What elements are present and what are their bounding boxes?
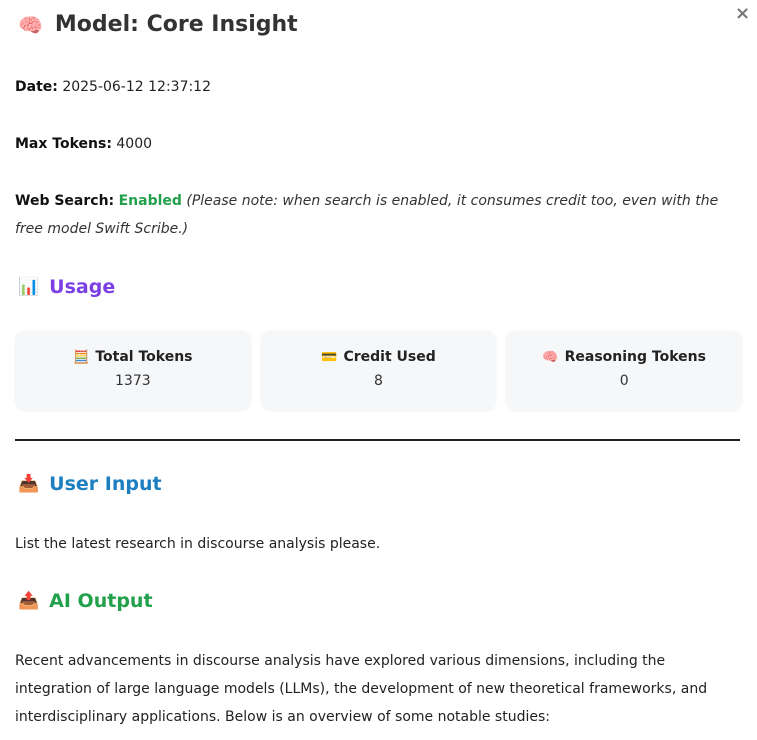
close-button[interactable]: × bbox=[735, 4, 750, 24]
web-search-row: Web Search: Enabled (Please note: when s… bbox=[15, 187, 735, 243]
usage-card-label: 🧮 Total Tokens bbox=[15, 349, 251, 365]
user-input-text: List the latest research in discourse an… bbox=[15, 536, 381, 552]
usage-heading-text: Usage bbox=[49, 276, 116, 298]
user-input-heading: 📥 User Input bbox=[18, 473, 162, 495]
web-search-label: Web Search: bbox=[15, 193, 115, 209]
user-input-heading-text: User Input bbox=[49, 473, 162, 495]
brain-icon: 🧠 bbox=[18, 12, 43, 37]
inbox-tray-icon: 📥 bbox=[18, 474, 40, 494]
usage-cards: 🧮 Total Tokens 1373 💳 Credit Used 8 🧠 Reaso… bbox=[15, 331, 743, 411]
credit-used-label: Credit Used bbox=[343, 349, 436, 365]
ai-output-heading-text: AI Output bbox=[49, 590, 153, 612]
ai-output-text: Recent advancements in discourse analysi… bbox=[15, 653, 708, 725]
credit-used-value: 8 bbox=[374, 373, 383, 389]
max-tokens-label: Max Tokens: bbox=[15, 136, 112, 152]
usage-card-label: 💳 Credit Used bbox=[261, 349, 497, 365]
ai-output-heading: 📤 AI Output bbox=[18, 590, 153, 612]
reasoning-tokens-label: Reasoning Tokens bbox=[564, 349, 706, 365]
bar-chart-icon: 📊 bbox=[18, 277, 40, 297]
reasoning-tokens-value: 0 bbox=[619, 373, 629, 389]
page-title-text: Model: Core Insight bbox=[54, 12, 298, 37]
max-tokens-value: 4000 bbox=[116, 136, 153, 152]
web-search-status: Enabled bbox=[118, 193, 182, 209]
credit-card-icon: 💳 bbox=[321, 350, 338, 365]
page-title: 🧠 Model: Core Insight bbox=[18, 12, 298, 37]
usage-card-credit-used: 💳 Credit Used 8 bbox=[260, 331, 497, 411]
brain-icon: 🧠 bbox=[542, 350, 559, 365]
max-tokens-row: Max Tokens: 4000 bbox=[15, 130, 152, 158]
usage-heading: 📊 Usage bbox=[18, 276, 115, 298]
date-label: Date: bbox=[15, 79, 58, 95]
outbox-tray-icon: 📤 bbox=[18, 591, 40, 611]
date-value: 2025-06-12 12:37:12 bbox=[62, 79, 212, 95]
usage-card-label: 🧠 Reasoning Tokens bbox=[506, 349, 742, 365]
total-tokens-label: Total Tokens bbox=[95, 349, 193, 365]
usage-card-reasoning-tokens: 🧠 Reasoning Tokens 0 bbox=[506, 331, 743, 411]
divider bbox=[15, 439, 740, 441]
total-tokens-value: 1373 bbox=[115, 373, 151, 389]
usage-card-total-tokens: 🧮 Total Tokens 1373 bbox=[15, 331, 251, 411]
date-row: Date: 2025-06-12 12:37:12 bbox=[15, 73, 211, 101]
abacus-icon: 🧮 bbox=[73, 350, 90, 365]
